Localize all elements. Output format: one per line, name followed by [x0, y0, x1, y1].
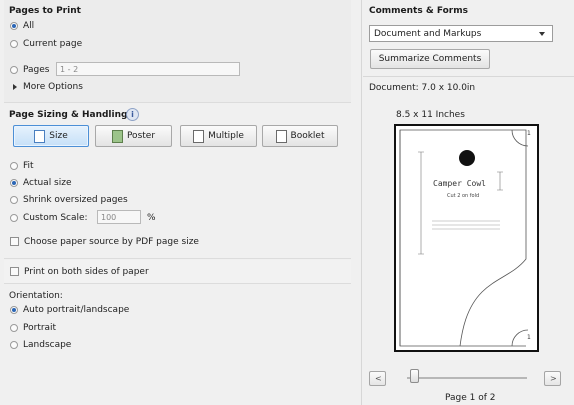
- actual-size-radio[interactable]: [10, 179, 18, 187]
- booklet-button[interactable]: Booklet: [262, 125, 338, 147]
- pages-to-print-heading: Pages to Print: [9, 6, 81, 16]
- orientation-heading: Orientation:: [9, 291, 63, 301]
- next-page-button[interactable]: >: [544, 371, 561, 386]
- page-indicator: Page 1 of 2: [445, 393, 496, 403]
- custom-scale-radio[interactable]: [10, 214, 18, 222]
- actual-size-label: Actual size: [23, 178, 72, 188]
- choose-paper-source-label: Choose paper source by PDF page size: [24, 237, 199, 247]
- pages-range-label: Pages: [23, 65, 50, 75]
- page-pattern-title: Camper Cowl: [433, 179, 486, 188]
- pattern-outline-graphic: [399, 129, 529, 347]
- custom-scale-label: Custom Scale:: [23, 213, 88, 223]
- comments-forms-select[interactable]: Document and Markups: [369, 25, 553, 42]
- current-page-label: Current page: [23, 39, 83, 49]
- all-pages-label: All: [23, 21, 35, 31]
- poster-button[interactable]: Poster: [95, 125, 172, 147]
- page-preview: Camper Cowl Cut 2 on fold 1 1: [394, 124, 539, 352]
- chevron-right-icon: >: [550, 374, 557, 383]
- booklet-icon: [275, 129, 287, 143]
- comments-forms-select-value: Document and Markups: [374, 29, 482, 39]
- more-options-link[interactable]: More Options: [23, 82, 83, 92]
- portrait-label: Portrait: [23, 323, 57, 333]
- page-sizing-heading: Page Sizing & Handling: [9, 110, 128, 120]
- custom-scale-input[interactable]: 100: [97, 210, 141, 224]
- print-both-sides-checkbox[interactable]: [10, 267, 19, 276]
- corner-number-bottom: 1: [527, 334, 531, 341]
- poster-icon: [111, 129, 123, 143]
- pages-range-radio[interactable]: [10, 66, 18, 74]
- landscape-radio[interactable]: [10, 341, 18, 349]
- page-slider-track[interactable]: [407, 377, 527, 379]
- chevron-left-icon: <: [375, 374, 382, 383]
- size-icon: [34, 129, 46, 143]
- size-button-label: Size: [49, 131, 68, 141]
- all-pages-radio[interactable]: [10, 22, 18, 30]
- page-slider-thumb[interactable]: [410, 369, 419, 383]
- multiple-button[interactable]: Multiple: [180, 125, 257, 147]
- auto-orientation-radio[interactable]: [10, 306, 18, 314]
- multiple-button-label: Multiple: [208, 131, 244, 141]
- pages-to-print-section: Pages to Print All Current page Pages 1 …: [4, 0, 351, 103]
- size-button[interactable]: Size: [13, 125, 89, 147]
- poster-button-label: Poster: [126, 131, 156, 141]
- pages-range-input[interactable]: 1 - 2: [56, 62, 240, 76]
- page-sizing-section: Page Sizing & Handling i Size Poster Mul…: [4, 104, 351, 259]
- document-size-label: Document: 7.0 x 10.0in: [369, 83, 476, 93]
- landscape-label: Landscape: [23, 340, 72, 350]
- summarize-comments-label: Summarize Comments: [378, 54, 482, 64]
- comments-forms-heading: Comments & Forms: [369, 6, 468, 16]
- orientation-section: Orientation: Auto portrait/landscape Por…: [4, 285, 351, 403]
- expand-triangle-icon[interactable]: [13, 84, 17, 90]
- print-both-sides-label: Print on both sides of paper: [24, 267, 149, 277]
- divider: [363, 76, 574, 77]
- summarize-comments-button[interactable]: Summarize Comments: [370, 49, 490, 69]
- preview-panel: Comments & Forms Document and Markups Su…: [361, 0, 574, 405]
- current-page-radio[interactable]: [10, 40, 18, 48]
- auto-orientation-label: Auto portrait/landscape: [23, 305, 130, 315]
- portrait-radio[interactable]: [10, 324, 18, 332]
- previous-page-button[interactable]: <: [369, 371, 386, 386]
- fit-radio[interactable]: [10, 162, 18, 170]
- custom-scale-percent: %: [147, 213, 156, 223]
- info-icon[interactable]: i: [126, 108, 139, 121]
- multiple-pages-icon: [193, 129, 205, 143]
- corner-number-top: 1: [527, 130, 531, 137]
- fit-label: Fit: [23, 161, 34, 171]
- shrink-oversized-label: Shrink oversized pages: [23, 195, 128, 205]
- print-options-panel: Pages to Print All Current page Pages 1 …: [0, 0, 355, 405]
- duplex-section: Print on both sides of paper: [4, 260, 351, 284]
- shrink-oversized-radio[interactable]: [10, 196, 18, 204]
- choose-paper-source-checkbox[interactable]: [10, 237, 19, 246]
- booklet-button-label: Booklet: [290, 131, 325, 141]
- paper-size-label: 8.5 x 11 Inches: [396, 110, 465, 120]
- chevron-down-icon: [536, 29, 549, 39]
- page-pattern-subtitle: Cut 2 on fold: [447, 193, 480, 199]
